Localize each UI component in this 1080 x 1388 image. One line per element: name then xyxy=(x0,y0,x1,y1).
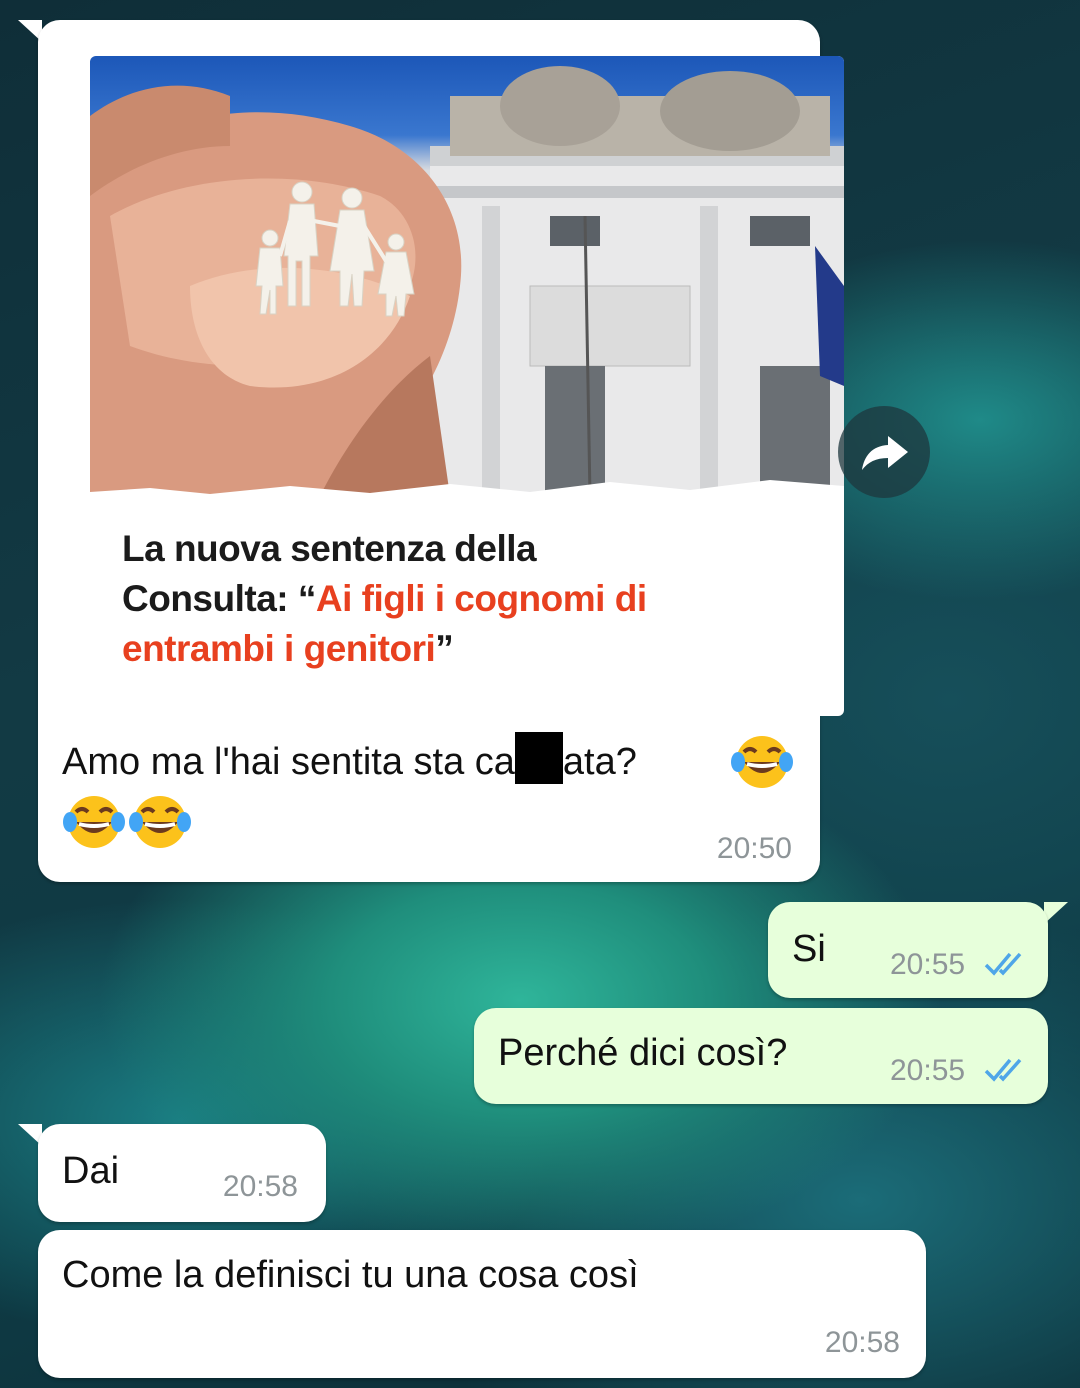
face-with-tears-of-joy-icon xyxy=(63,796,125,848)
message-text: Si xyxy=(792,928,826,970)
message-time: 20:50 xyxy=(716,832,792,865)
outgoing-message[interactable]: Perché dici così? 20:55 xyxy=(474,1008,1048,1104)
forward-button[interactable] xyxy=(838,406,930,498)
message-text: Come la definisci tu una cosa così xyxy=(62,1254,639,1296)
message-time: 20:58 xyxy=(824,1326,900,1359)
news-photo xyxy=(90,56,844,496)
message-text: Dai xyxy=(62,1150,120,1192)
forward-arrow-icon xyxy=(862,436,908,470)
message-time: 20:58 xyxy=(222,1170,298,1203)
message-time: 20:55 xyxy=(890,1054,966,1087)
news-headline: La nuova sentenza della Consulta: “Ai fi… xyxy=(122,524,822,674)
face-with-tears-of-joy-icon xyxy=(731,736,793,788)
headline-quote-part-1: Ai figli i cognomi di xyxy=(315,578,647,619)
headline-line-1: La nuova sentenza della xyxy=(122,528,537,569)
incoming-message[interactable]: Come la definisci tu una cosa così 20:58 xyxy=(38,1230,926,1378)
face-with-tears-of-joy-icon xyxy=(129,796,191,848)
photo-illustration xyxy=(90,66,844,496)
caption-text-end: ata? xyxy=(562,741,637,783)
headline-line-2: Consulta: “ xyxy=(122,578,316,619)
double-check-icon xyxy=(984,952,1022,976)
message-text: Perché dici così? xyxy=(498,1032,788,1074)
headline-quote-part-2: entrambi i genitori xyxy=(122,628,436,669)
headline-close-quote: ” xyxy=(435,628,454,669)
caption-text-start: Amo ma l'hai sentita sta ca xyxy=(62,741,515,783)
incoming-message[interactable]: Dai 20:58 xyxy=(38,1124,326,1222)
message-caption: Amo ma l'hai sentita sta ca ata? xyxy=(62,732,637,784)
outgoing-message[interactable]: Si 20:55 xyxy=(768,902,1048,998)
incoming-image-message[interactable]: La nuova sentenza della Consulta: “Ai fi… xyxy=(38,20,844,882)
shared-image-card[interactable]: La nuova sentenza della Consulta: “Ai fi… xyxy=(90,56,844,716)
message-time: 20:55 xyxy=(890,948,966,981)
redaction-block xyxy=(514,732,563,784)
double-check-icon xyxy=(984,1058,1022,1082)
